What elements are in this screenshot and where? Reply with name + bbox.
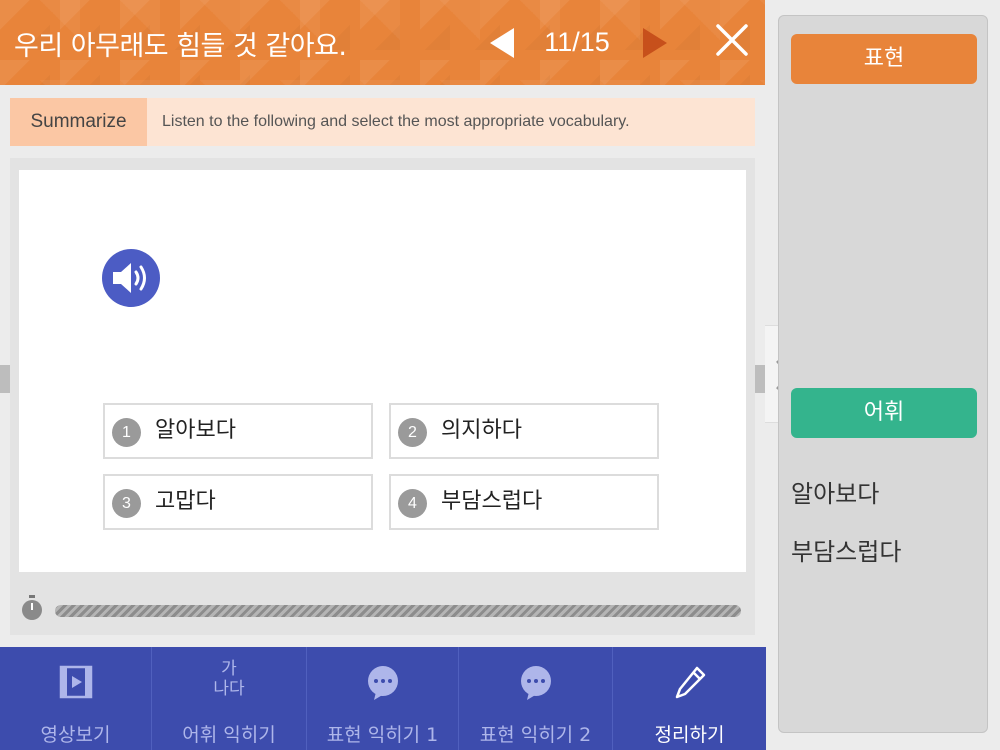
vocab-item: 알아보다 — [791, 480, 880, 508]
ganada-icon-bottom: 나다 — [213, 679, 245, 699]
option-number: 4 — [398, 489, 427, 518]
nav-watch-video[interactable]: 영상보기 — [0, 647, 152, 750]
ganada-icon: 가 나다 — [209, 659, 249, 699]
next-page-button[interactable] — [643, 28, 667, 58]
instruction-text: Listen to the following and select the m… — [162, 113, 630, 130]
nav-learn-vocab[interactable]: 가 나다 어휘 익히기 — [152, 647, 307, 750]
summary-panel: 표현 어휘 알아보다 부담스럽다 — [778, 15, 988, 733]
answer-option-3[interactable]: 3 고맙다 — [103, 474, 373, 530]
left-edge-marker — [0, 365, 10, 393]
nav-label: 표현 익히기 2 — [479, 724, 592, 746]
close-button[interactable] — [714, 22, 750, 58]
nav-learn-expression-2[interactable]: 표현 익히기 2 — [459, 647, 613, 750]
nav-label: 표현 익히기 1 — [326, 724, 439, 746]
option-number: 3 — [112, 489, 141, 518]
answer-option-4[interactable]: 4 부담스럽다 — [389, 474, 659, 530]
prev-page-button[interactable] — [490, 28, 514, 58]
option-label: 부담스럽다 — [441, 489, 543, 514]
timer-progress-bar — [55, 605, 741, 617]
stopwatch-icon — [22, 595, 42, 620]
video-icon — [59, 665, 92, 699]
option-number: 1 — [112, 418, 141, 447]
pencil-icon — [675, 666, 705, 699]
nav-label: 어휘 익히기 — [182, 724, 276, 746]
nav-label: 정리하기 — [654, 724, 725, 746]
close-icon — [716, 24, 748, 56]
option-label: 알아보다 — [155, 418, 236, 443]
nav-learn-expression-1[interactable]: 표현 익히기 1 — [307, 647, 459, 750]
answer-option-2[interactable]: 2 의지하다 — [389, 403, 659, 459]
speaker-icon — [113, 263, 146, 293]
option-label: 의지하다 — [441, 418, 522, 443]
vocabulary-header: 어휘 — [791, 388, 977, 438]
quiz-area: 1 알아보다 2 의지하다 3 고맙다 4 부담스럽다 — [10, 158, 755, 635]
page-counter: 11/15 — [544, 27, 610, 57]
section-tag: Summarize — [10, 98, 147, 146]
speech-bubble-icon — [367, 666, 398, 700]
ganada-icon-top: 가 — [221, 659, 237, 679]
vocab-item: 부담스럽다 — [791, 538, 902, 566]
top-header-bar: 우리 아무래도 힘들 것 같아요. 11/15 — [0, 0, 765, 85]
nav-summarize[interactable]: 정리하기 — [613, 647, 766, 750]
lesson-title: 우리 아무래도 힘들 것 같아요. — [14, 31, 347, 62]
play-audio-button[interactable] — [102, 249, 160, 307]
speech-bubble-icon — [520, 666, 551, 700]
option-number: 2 — [398, 418, 427, 447]
right-edge-marker — [755, 365, 765, 393]
bottom-nav: 영상보기 가 나다 어휘 익히기 표현 익히기 1 표현 익히기 2 정리하기 — [0, 647, 766, 750]
instruction-bar: Summarize Listen to the following and se… — [10, 98, 755, 146]
option-label: 고맙다 — [155, 489, 216, 514]
expression-header: 표현 — [791, 34, 977, 84]
question-card: 1 알아보다 2 의지하다 3 고맙다 4 부담스럽다 — [19, 170, 746, 572]
nav-label: 영상보기 — [40, 724, 111, 746]
answer-option-1[interactable]: 1 알아보다 — [103, 403, 373, 459]
